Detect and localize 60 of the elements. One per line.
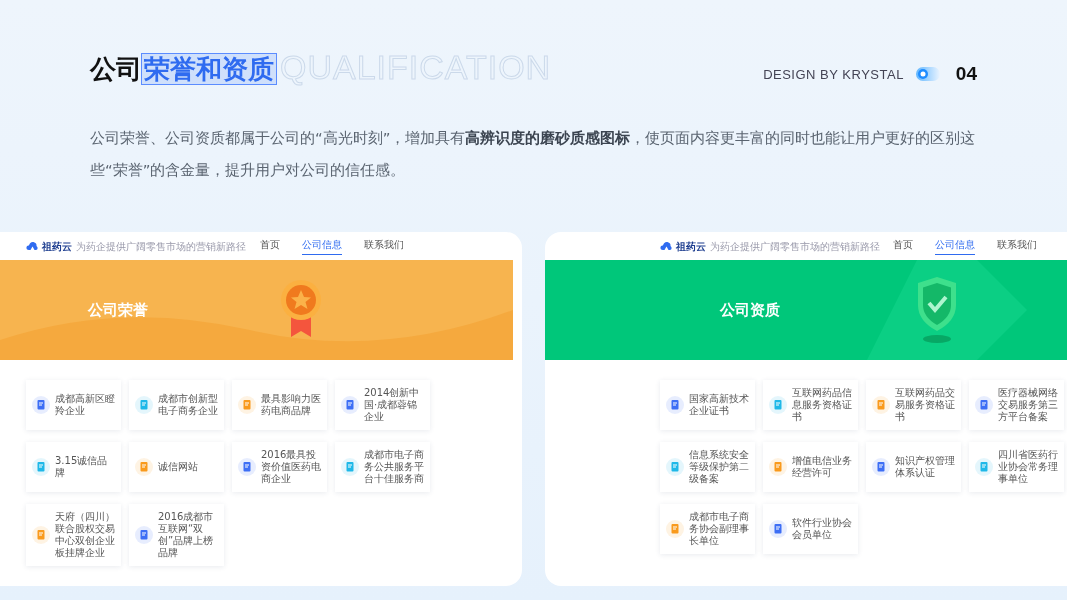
credit-text: DESIGN BY KRYSTAL [763,65,904,84]
card-label: 天府（四川）联合股权交易中心双创企业板挂牌企业 [55,511,115,559]
card-label: 信息系统安全等级保护第二级备案 [689,449,749,485]
certificate-icon [872,458,890,476]
site-logo[interactable]: 祖药云 [676,238,706,254]
certificate-icon [872,396,890,414]
certificate-icon [135,526,153,544]
card-label: 诚信网站 [158,461,199,473]
shield-icon [915,275,959,345]
card-label: 知识产权管理体系认证 [895,455,955,479]
certificate-icon [341,458,359,476]
site-logo[interactable]: 祖药云 [42,238,72,254]
card-label: 2016最具投资价值医药电商企业 [261,449,321,485]
nav-link[interactable]: 首页 [893,237,913,255]
certificate-icon [666,458,684,476]
card-label: 成都市创新型电子商务企业 [158,393,218,417]
card-label: 增值电信业务经营许可 [792,455,852,479]
certificate-icon [769,520,787,538]
card-label: 国家高新技术企业证书 [689,393,749,417]
certificate-icon [135,458,153,476]
page-title: 公司 荣誉和资质 [90,53,276,86]
certificate-icon [32,458,50,476]
certificate-icon [341,396,359,414]
certificate-icon [975,458,993,476]
site-tagline: 为药企提供广阔零售市场的营销新路径 [76,239,246,254]
card-label: 四川省医药行业协会常务理事单位 [998,449,1058,485]
card-label: 医疗器械网络交易服务第三方平台备案 [998,387,1058,423]
card-label: 互联网药品交易服务资格证书 [895,387,955,423]
nav-link[interactable]: 联系我们 [997,237,1037,255]
certificate-icon [769,458,787,476]
certificate-icon [666,520,684,538]
card-label: 成都市电子商务公共服务平台十佳服务商 [364,449,424,485]
certificate-icon [238,458,256,476]
nav-link[interactable]: 首页 [260,237,280,255]
card-label: 2016成都市互联网“双创”品牌上榜品牌 [158,511,215,559]
certificate-icon [975,396,993,414]
toggle-icon [915,67,940,82]
card-label: 成都高新区瞪羚企业 [55,393,115,417]
nav-link[interactable]: 联系我们 [364,237,404,255]
banner-title: 公司资质 [720,299,780,321]
card-label: 成都市电子商务协会副理事长单位 [689,511,749,547]
certificate-icon [32,396,50,414]
nav-link[interactable]: 公司信息 [935,237,975,255]
cloud-logo-icon [660,241,672,251]
card-label: 最具影响力医药电商品牌 [261,393,321,417]
card-label: 2014创新中国·成都蓉锦企业 [364,387,421,423]
cloud-logo-icon [26,241,38,251]
site-tagline: 为药企提供广阔零售市场的营销新路径 [710,239,880,254]
card-label: 互联网药品信息服务资格证书 [792,387,852,423]
intro-paragraph: 公司荣誉、公司资质都属于公司的“高光时刻”，增加具有高辨识度的磨砂质感图标，使页面内容更丰富的同时也能让用户更好的区别这些“荣誉”的含金量，提升用户对公司的信任感。 [89,128,977,180]
page-number: 04 [955,62,977,86]
card-label: 软件行业协会会员单位 [792,517,852,541]
certificate-icon [666,396,684,414]
banner-title: 公司荣誉 [88,299,148,321]
certificate-icon [32,526,50,544]
nav-link[interactable]: 公司信息 [302,237,342,255]
certificate-icon [135,396,153,414]
card-label: 3.15诚信品牌 [55,455,109,479]
certificate-icon [238,396,256,414]
certificate-icon [769,396,787,414]
